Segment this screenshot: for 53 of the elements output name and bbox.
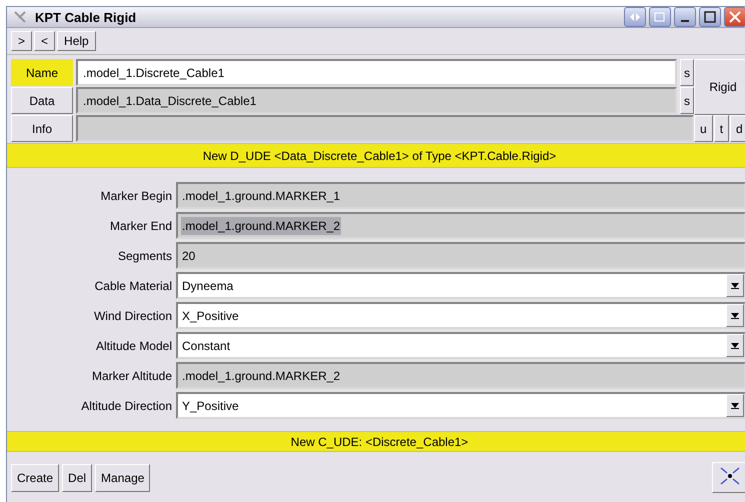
app-icon — [13, 10, 27, 24]
dropdown[interactable]: Constant — [176, 332, 745, 360]
path-field[interactable]: .model_1.Data_Discrete_Cable1 — [76, 87, 677, 114]
window-icon — [654, 12, 666, 22]
maximize-button[interactable] — [699, 7, 721, 27]
close-icon — [729, 11, 741, 23]
dropdown-arrow-icon — [731, 282, 739, 289]
field-label: Wind Direction — [92, 308, 172, 323]
toolbar-button[interactable]: < — [34, 31, 56, 51]
path-field[interactable]: .model_1.Discrete_Cable1 — [76, 59, 677, 86]
toolbar-button[interactable]: > — [11, 31, 32, 51]
text-field[interactable]: .model_1.ground.MARKER_2 — [176, 362, 745, 390]
field-label: Segments — [116, 248, 172, 263]
field-label-button[interactable]: Name — [11, 59, 73, 86]
dropdown[interactable]: X_Positive — [176, 302, 745, 330]
select-button[interactable]: s — [680, 87, 694, 114]
field-label: Marker Altitude — [90, 368, 172, 383]
info-option-button[interactable]: d — [730, 115, 745, 142]
minimize-button[interactable] — [674, 7, 696, 27]
arrows-icon — [630, 13, 640, 21]
status-text: New C_UDE: <Discrete_Cable1> — [290, 434, 468, 449]
text-field[interactable]: .model_1.ground.MARKER_2 — [176, 212, 745, 240]
field-label: Altitude Direction — [80, 398, 172, 413]
info-button[interactable]: Info — [11, 115, 73, 142]
dropdown-arrow-icon — [731, 402, 739, 409]
arrows-button[interactable] — [624, 7, 646, 27]
dropdown-arrow-icon — [731, 342, 739, 349]
maximize-icon — [704, 11, 716, 23]
select-button[interactable]: s — [680, 59, 694, 86]
field-label: Altitude Model — [94, 338, 172, 353]
dock-button[interactable] — [649, 7, 671, 27]
footer-button[interactable]: Manage — [95, 464, 150, 492]
footer-button[interactable]: Del — [62, 464, 92, 492]
toolbar-button[interactable]: Help — [57, 31, 96, 51]
collapse-icon — [719, 466, 741, 486]
field-label: Marker End — [108, 218, 172, 233]
text-field[interactable]: 20 — [176, 242, 745, 270]
info-option-button[interactable]: u — [694, 115, 713, 142]
type-button[interactable]: Rigid — [694, 59, 745, 115]
status-text: New D_UDE <Data_Discrete_Cable1> of Type <KPT.Cable.Rigid> — [202, 148, 556, 163]
field-label: Cable Material — [94, 278, 172, 293]
dropdown[interactable]: Y_Positive — [176, 392, 745, 420]
field-label-button[interactable]: Data — [11, 87, 73, 114]
field-label: Marker Begin — [100, 188, 172, 203]
window-title: KPT Cable Rigid — [35, 10, 138, 24]
text-field[interactable]: .model_1.ground.MARKER_1 — [176, 182, 745, 210]
close-button[interactable] — [724, 7, 745, 27]
dropdown[interactable]: Dyneema — [176, 272, 745, 300]
dropdown-arrow-icon — [731, 312, 739, 319]
shrink-button[interactable] — [712, 462, 745, 493]
info-option-button[interactable]: t — [714, 115, 730, 142]
footer-button[interactable]: Create — [11, 464, 60, 492]
minimize-icon — [681, 20, 689, 22]
